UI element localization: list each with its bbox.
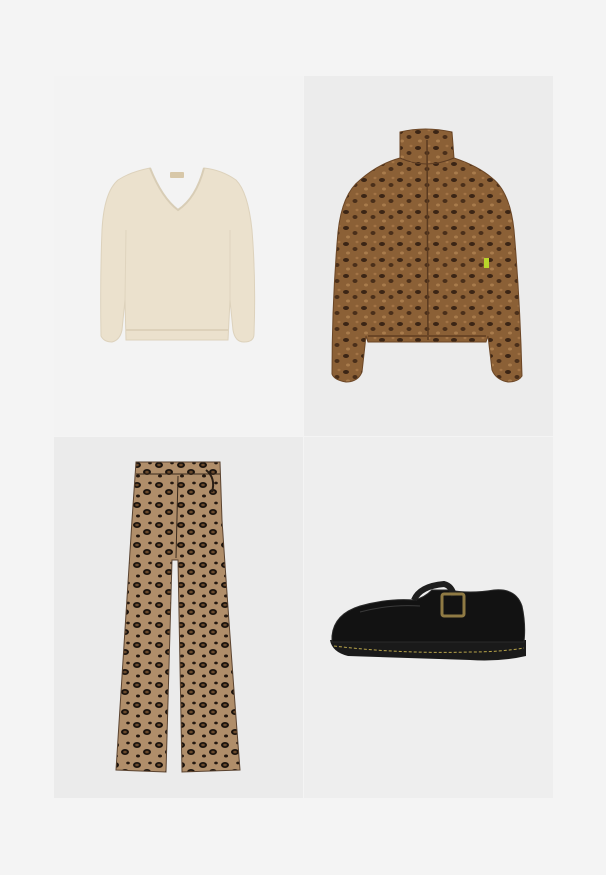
jacket-zipper (426, 139, 429, 341)
pants-tile[interactable] (54, 437, 303, 798)
shoe-upper (331, 589, 526, 643)
jacket-image (331, 128, 523, 383)
shoe-image (330, 580, 526, 661)
shoe-sole (330, 640, 526, 661)
pants-image (115, 461, 241, 773)
shoe-tile[interactable] (304, 437, 553, 798)
sweater-label (170, 172, 184, 178)
jacket-tag (484, 258, 489, 268)
sweater-image (100, 167, 256, 343)
jacket-tile[interactable] (304, 76, 553, 436)
sweater-tile[interactable] (54, 76, 303, 436)
sweater-body (100, 167, 256, 343)
pants-body (115, 461, 241, 773)
